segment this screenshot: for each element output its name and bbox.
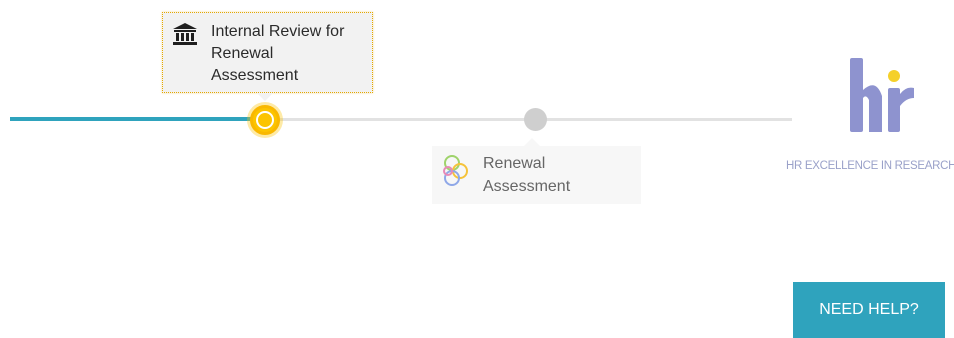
bank-icon — [173, 23, 197, 45]
hr-excellence-logo-icon — [850, 58, 914, 132]
current-step-node[interactable] — [250, 105, 280, 135]
upcoming-step-label: Renewal Assessment — [483, 155, 571, 195]
rings-icon — [443, 155, 468, 186]
upcoming-step-node[interactable] — [524, 108, 547, 131]
timeline-progress-bar — [10, 117, 266, 121]
need-help-button[interactable]: NEED HELP? — [793, 282, 945, 338]
current-step-label: Internal Review for Renewal Assessment — [211, 23, 345, 84]
hr-logo-caption: HR EXCELLENCE IN RESEARCH — [786, 160, 954, 172]
upcoming-step-card[interactable]: Renewal Assessment — [432, 138, 641, 204]
current-step-card[interactable]: Internal Review for Renewal Assessment — [162, 12, 373, 101]
renewal-progress-timeline: Internal Review for Renewal Assessment R… — [0, 0, 954, 338]
